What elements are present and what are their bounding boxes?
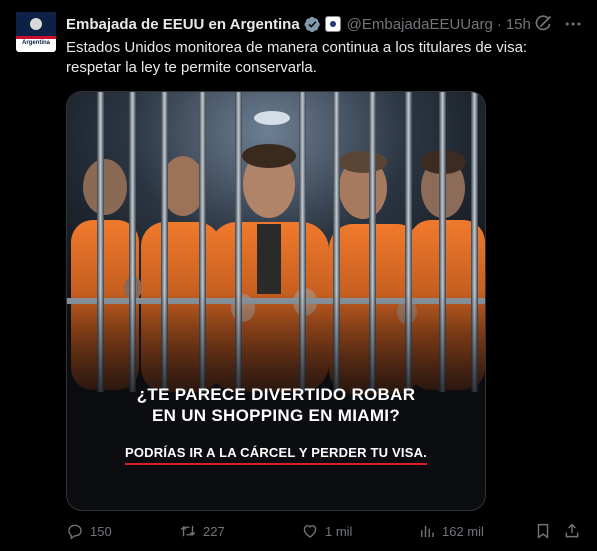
header-separator: ·: [496, 15, 502, 33]
author-name[interactable]: Embajada de EEUU en Argentina: [66, 16, 300, 33]
share-icon: [565, 523, 579, 538]
avatar-band: [16, 36, 56, 39]
headline-line-1: ¿TE PARECE DIVERTIDO ROBAR: [136, 385, 416, 404]
tweet-text: Estados Unidos monitorea de manera conti…: [66, 39, 528, 76]
tweet-actions-bar: 150 227 1 mil 162 mil: [66, 522, 582, 544]
reply-icon: [68, 524, 82, 540]
prison-scene-illustration: [67, 92, 485, 422]
media-subline-container: PODRÍAS IR A LA CÁRCEL Y PERDER TU VISA.: [67, 444, 485, 465]
reply-count: 150: [90, 523, 112, 539]
views-button[interactable]: 162 mil: [418, 522, 484, 540]
headline-line-2: EN UN SHOPPING EN MIAMI?: [151, 406, 401, 425]
media-headline: ¿TE PARECE DIVERTIDO ROBAR EN UN SHOPPIN…: [67, 384, 485, 426]
tweet-header: Embajada de EEUU en Argentina @EmbajadaE…: [66, 14, 531, 34]
avatar[interactable]: Argentina: [16, 12, 56, 52]
like-button[interactable]: 1 mil: [301, 522, 352, 540]
verified-badge-icon[interactable]: [304, 16, 321, 33]
like-count: 1 mil: [325, 523, 353, 539]
tweet[interactable]: Argentina Embajada de EEUU en Argentina …: [0, 0, 597, 551]
grok-icon[interactable]: [533, 14, 553, 34]
eagle-seal-icon: [30, 18, 42, 30]
bookmark-icon: [537, 523, 549, 539]
retweet-count: 227: [203, 523, 225, 539]
avatar-label: Argentina: [21, 40, 50, 46]
tweet-time[interactable]: 15h: [506, 16, 531, 33]
government-affiliation-icon[interactable]: [324, 16, 341, 32]
heart-icon: [303, 525, 317, 538]
tweet-media-image[interactable]: ¿TE PARECE DIVERTIDO ROBAR EN UN SHOPPIN…: [66, 91, 486, 511]
author-handle[interactable]: @EmbajadaEEUUarg: [347, 16, 493, 33]
more-options-icon[interactable]: [563, 14, 583, 34]
media-subline: PODRÍAS IR A LA CÁRCEL Y PERDER TU VISA.: [125, 445, 427, 465]
bookmark-button[interactable]: [534, 522, 552, 540]
share-button[interactable]: [563, 522, 581, 540]
reply-button[interactable]: 150: [66, 522, 112, 540]
retweet-button[interactable]: 227: [179, 522, 225, 540]
retweet-icon: [180, 525, 196, 537]
views-count: 162 mil: [442, 523, 484, 539]
views-chart-icon: [421, 525, 434, 537]
